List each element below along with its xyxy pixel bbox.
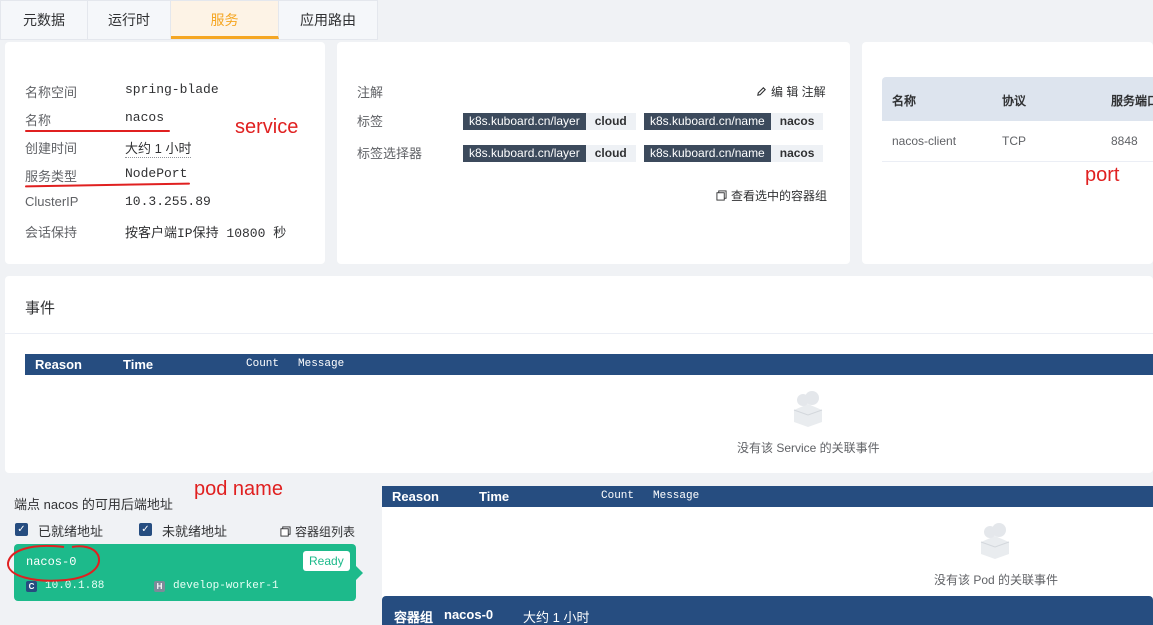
cluster-ip-label: ClusterIP bbox=[25, 194, 79, 209]
pod-list-link[interactable]: 容器组列表 bbox=[280, 523, 355, 540]
pod-events-table-header: Reason Time Count Message bbox=[382, 486, 1153, 507]
endpoints-title: 端点 nacos 的可用后端地址 bbox=[14, 497, 173, 512]
pod-events-empty-text: 没有该 Pod 的关联事件 bbox=[934, 573, 1059, 587]
pod-bar-label: 容器组 bbox=[394, 610, 434, 625]
col-count: Count bbox=[601, 490, 635, 502]
annotation-port: port bbox=[1085, 164, 1120, 186]
node-icon: H bbox=[154, 581, 165, 592]
events-table-header: Reason Time Count Message bbox=[25, 354, 1153, 375]
annotation-pod-name: pod name bbox=[194, 478, 283, 500]
tab-service[interactable]: 服务 bbox=[171, 1, 279, 39]
tag-key: k8s.kuboard.cn/layer bbox=[463, 113, 586, 130]
tab-metadata[interactable]: 元数据 bbox=[1, 1, 88, 39]
edit-notes-link[interactable]: 编 辑 注解 bbox=[756, 83, 826, 100]
tab-ingress[interactable]: 应用路由 bbox=[279, 1, 377, 39]
view-selected-pods-label: 查看选中的容器组 bbox=[731, 189, 828, 203]
divider bbox=[5, 333, 1153, 334]
selector-tag: k8s.kuboard.cn/layer cloud bbox=[463, 145, 636, 162]
label-tag: k8s.kuboard.cn/name nacos bbox=[644, 113, 824, 130]
name-label: 名称 bbox=[25, 113, 52, 128]
not-ready-addresses-label: 未就绪地址 bbox=[162, 524, 228, 539]
ready-addresses-label: 已就绪地址 bbox=[38, 524, 104, 539]
pod-bar-age: 大约 1 小时 bbox=[523, 610, 590, 625]
tag-key: k8s.kuboard.cn/name bbox=[644, 113, 771, 130]
col-time: Time bbox=[123, 357, 154, 372]
events-title: 事件 bbox=[25, 300, 56, 317]
annotation-underline bbox=[25, 130, 170, 132]
selector-tag: k8s.kuboard.cn/name nacos bbox=[644, 145, 824, 162]
events-empty-text: 没有该 Service 的关联事件 bbox=[737, 441, 880, 455]
created-label: 创建时间 bbox=[25, 141, 78, 156]
tab-runtime[interactable]: 运行时 bbox=[88, 1, 171, 39]
namespace-value: spring-blade bbox=[125, 82, 219, 97]
tag-key: k8s.kuboard.cn/layer bbox=[463, 145, 586, 162]
tag-value: cloud bbox=[585, 113, 636, 130]
service-type-value: NodePort bbox=[125, 166, 188, 181]
created-value: 大约 1 小时 bbox=[125, 138, 192, 158]
port-number: 8848 bbox=[1111, 134, 1138, 148]
tag-value: cloud bbox=[585, 145, 636, 162]
col-reason: Reason bbox=[392, 489, 439, 504]
tab-bar: 元数据 运行时 服务 应用路由 bbox=[0, 0, 378, 40]
copy-icon bbox=[716, 190, 727, 201]
col-message: Message bbox=[653, 490, 700, 502]
labels-label: 标签 bbox=[357, 114, 384, 129]
pod-status-badge: Ready bbox=[303, 551, 350, 571]
copy-icon bbox=[280, 526, 291, 537]
not-ready-checkbox[interactable]: ✓ bbox=[139, 523, 152, 536]
namespace-label: 名称空间 bbox=[25, 85, 78, 100]
edit-notes-label: 编 辑 注解 bbox=[771, 85, 826, 99]
tag-key: k8s.kuboard.cn/name bbox=[644, 145, 771, 162]
pod-card-pointer bbox=[356, 566, 363, 580]
session-value: 按客户端IP保持 10800 秒 bbox=[125, 226, 287, 241]
empty-box-icon bbox=[980, 523, 1010, 559]
pod-bar-name: nacos-0 bbox=[444, 607, 494, 622]
pod-detail-bar bbox=[382, 596, 1153, 625]
annotation-circle bbox=[6, 545, 100, 582]
edit-icon bbox=[757, 87, 766, 96]
name-value: nacos bbox=[125, 110, 165, 125]
tag-value: nacos bbox=[770, 145, 824, 162]
cluster-ip-value: 10.3.255.89 bbox=[125, 194, 211, 209]
port-name: nacos-client bbox=[892, 134, 957, 148]
port-protocol: TCP bbox=[1002, 134, 1026, 148]
selector-label: 标签选择器 bbox=[357, 146, 423, 161]
col-count: Count bbox=[246, 358, 280, 370]
label-tag: k8s.kuboard.cn/layer cloud bbox=[463, 113, 636, 130]
view-selected-pods-link[interactable]: 查看选中的容器组 bbox=[716, 187, 827, 204]
tag-value: nacos bbox=[770, 113, 824, 130]
col-reason: Reason bbox=[35, 357, 82, 372]
service-type-label: 服务类型 bbox=[25, 169, 78, 184]
notes-label: 注解 bbox=[357, 85, 384, 100]
col-time: Time bbox=[479, 489, 510, 504]
session-label: 会话保持 bbox=[25, 225, 78, 240]
empty-box-icon bbox=[793, 391, 823, 427]
ready-checkbox[interactable]: ✓ bbox=[15, 523, 28, 536]
table-row: nacos-client TCP 8848 bbox=[882, 77, 1153, 162]
pod-node: develop-worker-1 bbox=[173, 580, 279, 592]
col-message: Message bbox=[298, 358, 345, 370]
annotation-service: service bbox=[235, 116, 299, 138]
pod-list-label: 容器组列表 bbox=[295, 525, 356, 539]
